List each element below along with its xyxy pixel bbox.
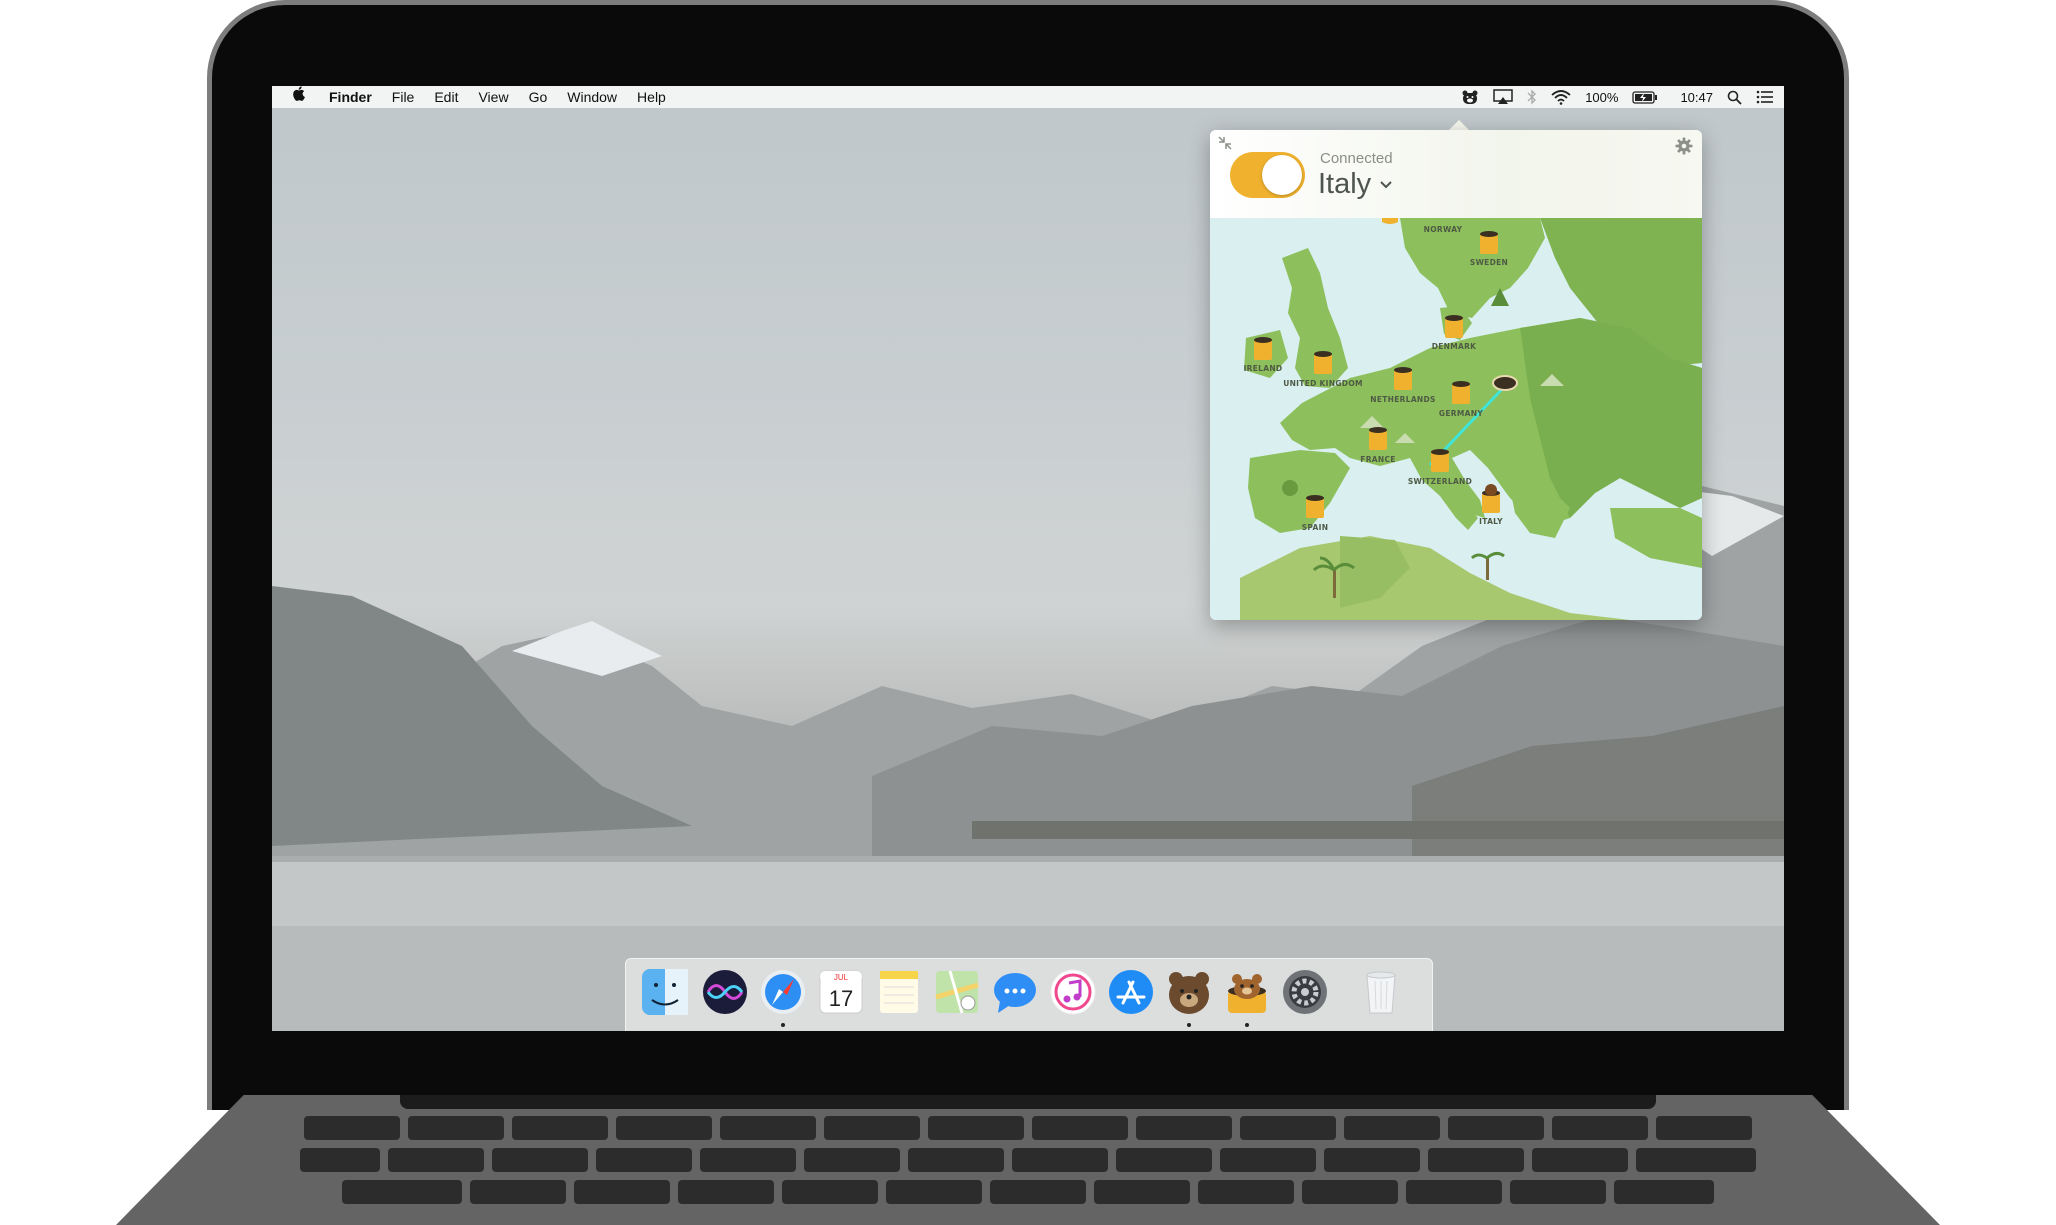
tunnel-hole-icon bbox=[1492, 375, 1518, 391]
country-name: Italy bbox=[1318, 168, 1372, 200]
chevron-down-icon bbox=[1380, 180, 1392, 188]
europe-map[interactable]: NORWAY SWEDEN DENMARK IRELAND UNITED KIN… bbox=[1210, 218, 1702, 620]
safari-icon[interactable] bbox=[758, 967, 808, 1017]
menu-help[interactable]: Help bbox=[627, 86, 676, 108]
apple-menu-icon[interactable] bbox=[272, 86, 319, 108]
keyboard-row bbox=[220, 1116, 1836, 1140]
laptop-hinge bbox=[400, 1095, 1656, 1109]
tunnelbear-header: Connected Italy bbox=[1210, 130, 1702, 219]
keyboard-row bbox=[220, 1148, 1836, 1172]
label-switzerland: SWITZERLAND bbox=[1408, 477, 1472, 486]
bluetooth-icon[interactable] bbox=[1527, 89, 1537, 105]
menu-finder[interactable]: Finder bbox=[319, 86, 382, 108]
tunnelbear-icon[interactable] bbox=[1461, 89, 1479, 105]
itunes-icon[interactable] bbox=[1048, 967, 1098, 1017]
menu-file[interactable]: File bbox=[382, 86, 425, 108]
running-indicator bbox=[781, 1023, 785, 1027]
tree-icon bbox=[1282, 480, 1298, 496]
maps-icon[interactable] bbox=[932, 967, 982, 1017]
label-sweden: SWEDEN bbox=[1470, 258, 1508, 267]
country-selector[interactable]: Italy bbox=[1318, 168, 1393, 201]
label-netherlands: NETHERLANDS bbox=[1370, 395, 1435, 404]
menu-view[interactable]: View bbox=[468, 86, 518, 108]
gear-icon[interactable] bbox=[1674, 136, 1694, 156]
label-united-kingdom: UNITED KINGDOM bbox=[1283, 379, 1363, 388]
app-store-icon[interactable] bbox=[1106, 967, 1156, 1017]
clock-time[interactable]: 10:47 bbox=[1680, 90, 1713, 105]
label-spain: SPAIN bbox=[1302, 523, 1329, 532]
menu-window[interactable]: Window bbox=[557, 86, 627, 108]
spotlight-icon[interactable] bbox=[1727, 90, 1742, 105]
label-norway: NORWAY bbox=[1424, 225, 1463, 234]
remembear-icon[interactable] bbox=[1164, 967, 1214, 1017]
running-indicator bbox=[1245, 1023, 1249, 1027]
label-france: FRANCE bbox=[1360, 455, 1395, 464]
collapse-icon[interactable] bbox=[1216, 134, 1234, 152]
running-indicator bbox=[1187, 1023, 1191, 1027]
calendar-day: 17 bbox=[829, 986, 853, 1011]
screen: Finder File Edit View Go Window Help 100… bbox=[272, 86, 1784, 1031]
status-area: 100% 10:47 bbox=[1461, 86, 1774, 108]
airplay-icon[interactable] bbox=[1493, 89, 1513, 105]
battery-icon[interactable] bbox=[1632, 90, 1658, 104]
bear-icon bbox=[1485, 484, 1497, 496]
messages-icon[interactable] bbox=[990, 967, 1040, 1017]
siri-icon[interactable] bbox=[700, 967, 750, 1017]
label-denmark: DENMARK bbox=[1432, 342, 1477, 351]
keyboard bbox=[220, 1116, 1836, 1216]
menu-go[interactable]: Go bbox=[519, 86, 558, 108]
calendar-icon[interactable]: JUL 17 bbox=[816, 967, 866, 1017]
label-germany: GERMANY bbox=[1439, 409, 1483, 418]
menu-edit[interactable]: Edit bbox=[424, 86, 468, 108]
dock: JUL 17 bbox=[625, 958, 1433, 1031]
battery-percent: 100% bbox=[1585, 89, 1619, 105]
connection-status: Connected bbox=[1320, 150, 1393, 167]
system-preferences-icon[interactable] bbox=[1280, 967, 1330, 1017]
keyboard-row bbox=[220, 1180, 1836, 1204]
tunnelbear-app-icon[interactable] bbox=[1222, 967, 1272, 1017]
menubar: Finder File Edit View Go Window Help 100… bbox=[272, 86, 1784, 108]
toggle-knob bbox=[1262, 155, 1302, 195]
trash-icon[interactable] bbox=[1356, 967, 1406, 1017]
tunnelbear-window: Connected Italy NORWAY SWEDEN DENMARK IR… bbox=[1210, 130, 1702, 620]
notes-icon[interactable] bbox=[874, 967, 924, 1017]
label-italy: ITALY bbox=[1479, 517, 1503, 526]
finder-icon[interactable] bbox=[640, 967, 690, 1017]
wifi-icon[interactable] bbox=[1551, 89, 1571, 105]
vpn-toggle[interactable] bbox=[1230, 152, 1305, 198]
label-ireland: IRELAND bbox=[1244, 364, 1283, 373]
calendar-month: JUL bbox=[834, 973, 849, 982]
notification-center-icon[interactable] bbox=[1756, 90, 1774, 104]
